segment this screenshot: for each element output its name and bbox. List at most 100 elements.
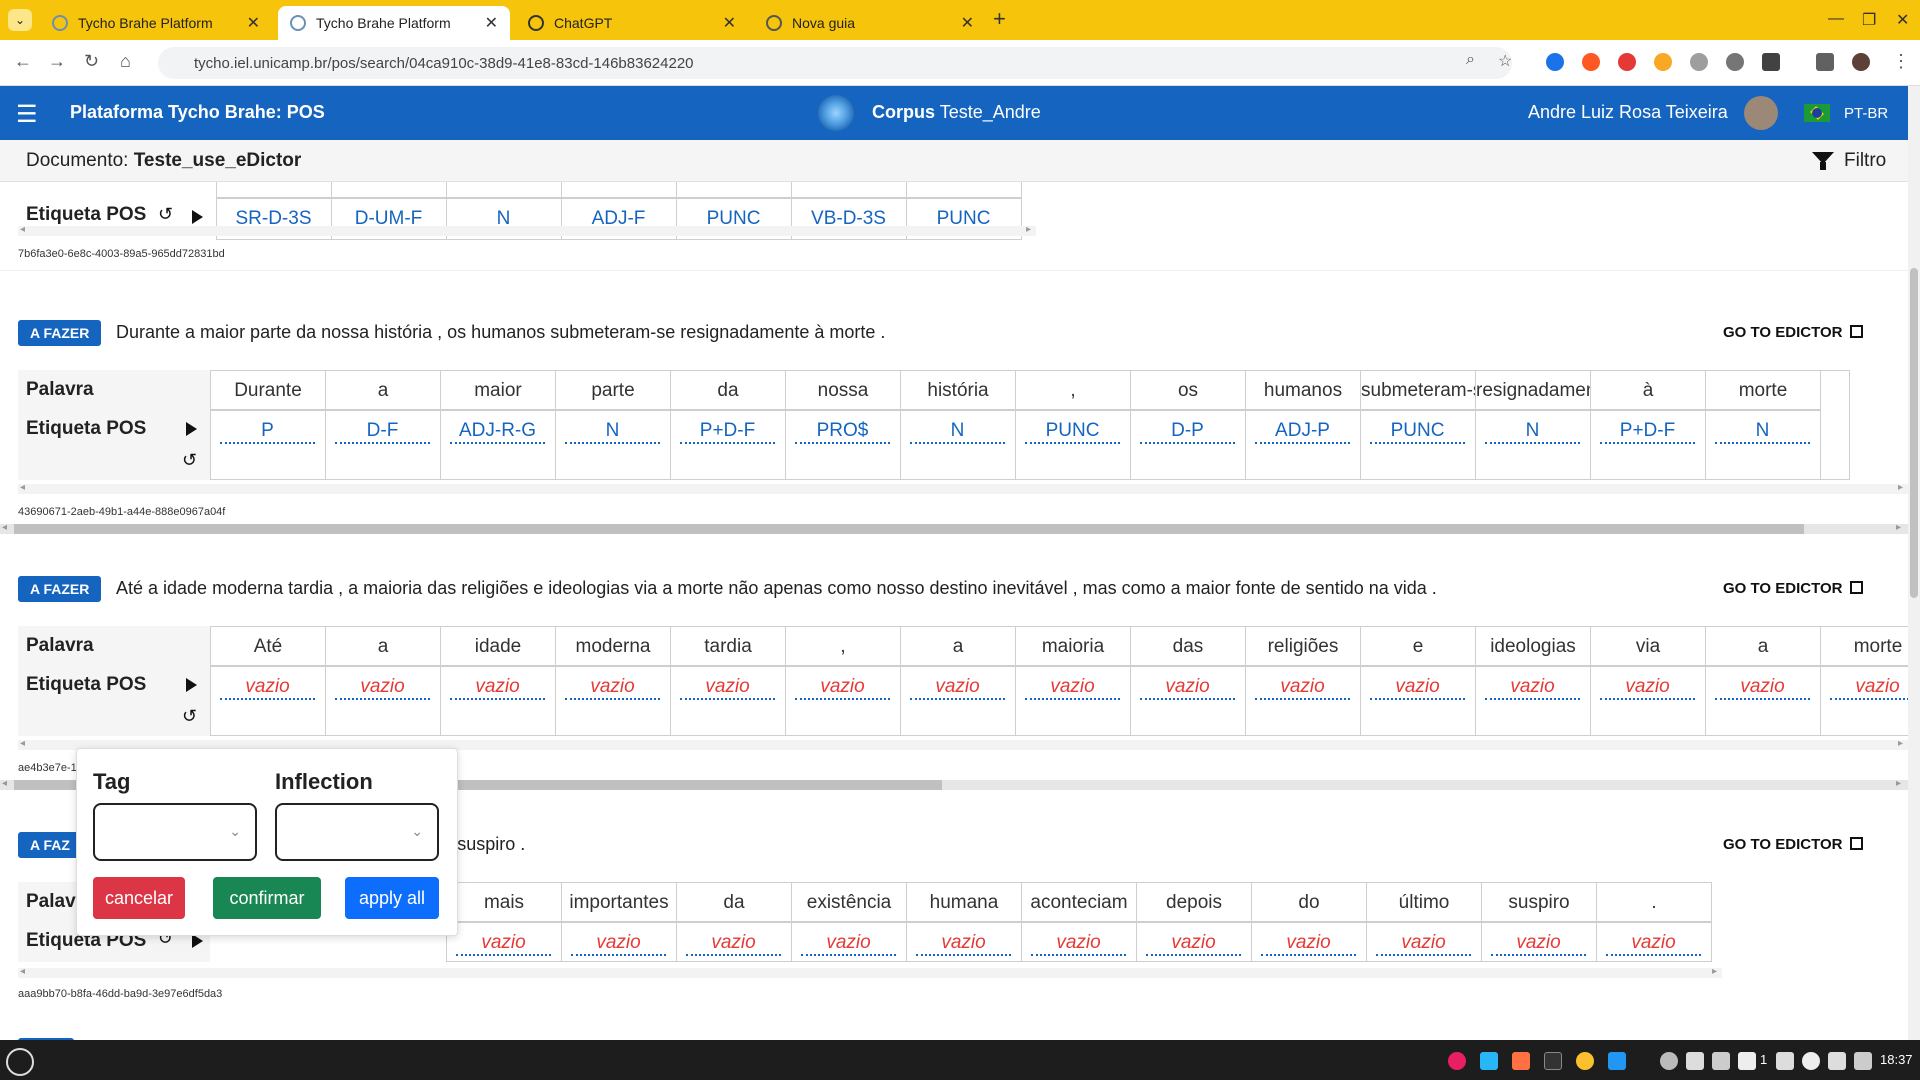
scroll-right-icon[interactable]: ▸ <box>1712 966 1717 977</box>
bookmark-star-icon[interactable]: ☆ <box>1498 51 1512 71</box>
pos-tag[interactable]: vazio <box>565 676 660 700</box>
expand-icon[interactable] <box>186 678 197 692</box>
scroll-right-icon[interactable]: ▸ <box>1898 738 1903 749</box>
pos-tag[interactable]: vazio <box>1376 932 1471 956</box>
zoom-icon[interactable]: ⌕ <box>1466 51 1475 69</box>
page-scrollbar-thumb[interactable] <box>1910 268 1918 598</box>
start-menu-icon[interactable] <box>6 1048 34 1076</box>
pos-tag[interactable]: D-F <box>335 420 430 444</box>
brazil-flag-icon[interactable] <box>1804 104 1830 122</box>
tray-icon[interactable] <box>1712 1052 1730 1070</box>
shield-icon[interactable] <box>1686 1052 1704 1070</box>
volume-icon[interactable] <box>1828 1052 1846 1070</box>
vscode-icon[interactable] <box>1608 1052 1626 1070</box>
browser-tab[interactable]: Nova guia ✕ <box>754 6 986 40</box>
pos-tag[interactable]: N <box>565 420 660 444</box>
menu-icon[interactable]: ☰ <box>16 100 38 129</box>
menu-dots-icon[interactable]: ⋮ <box>1892 51 1910 72</box>
expand-icon[interactable] <box>186 422 197 436</box>
pos-tag[interactable]: ADJ-R-G <box>450 420 545 444</box>
pos-tag[interactable]: vazio <box>1491 932 1586 956</box>
pos-tag[interactable]: vazio <box>1370 676 1465 700</box>
expand-icon[interactable] <box>192 210 203 224</box>
close-tab-icon[interactable]: ✕ <box>485 13 498 33</box>
close-tab-icon[interactable]: ✕ <box>247 13 260 33</box>
chrome-icon[interactable] <box>1576 1052 1594 1070</box>
pos-tag[interactable]: vazio <box>456 932 551 956</box>
browser-tab[interactable]: ChatGPT ✕ <box>516 6 748 40</box>
camera-icon[interactable] <box>1690 53 1708 71</box>
pos-tag[interactable]: vazio <box>1255 676 1350 700</box>
minimize-icon[interactable]: — <box>1828 10 1844 28</box>
scroll-right-icon[interactable]: ▸ <box>1898 482 1903 493</box>
balloon-icon[interactable] <box>1448 1052 1466 1070</box>
back-icon[interactable]: ← <box>14 51 32 72</box>
tray-icon[interactable] <box>1660 1052 1678 1070</box>
home-icon[interactable]: ⌂ <box>120 51 131 72</box>
puzzle-icon[interactable] <box>1762 53 1780 71</box>
reading-list-icon[interactable] <box>1816 53 1834 71</box>
scroll-left-icon[interactable]: ◂ <box>20 966 25 977</box>
pos-tag[interactable]: P+D-F <box>680 420 775 444</box>
browser-tab[interactable]: Tycho Brahe Platform ✕ <box>40 6 272 40</box>
pos-tag[interactable]: vazio <box>1606 932 1701 956</box>
go-to-edictor-link[interactable]: GO TO EDICTOR <box>1723 324 1864 341</box>
undo-icon[interactable]: ↺ <box>182 450 197 471</box>
clipboard-icon[interactable] <box>1776 1052 1794 1070</box>
pos-tag[interactable]: vazio <box>1600 676 1695 700</box>
battery-icon[interactable] <box>1854 1052 1872 1070</box>
language-selector[interactable]: PT-BR <box>1844 105 1888 122</box>
pos-tag[interactable]: vazio <box>1715 676 1810 700</box>
wifi-icon[interactable] <box>1802 1052 1820 1070</box>
row-scrollbar-thumb[interactable] <box>14 524 1804 534</box>
pos-tag[interactable]: N <box>1485 420 1580 444</box>
pos-tag[interactable]: P+D-F <box>1600 420 1695 444</box>
address-bar[interactable]: tycho.iel.unicamp.br/pos/search/04ca910c… <box>158 47 1512 79</box>
terminal-icon[interactable] <box>1544 1052 1562 1070</box>
restore-icon[interactable]: ❐ <box>1862 10 1876 30</box>
pos-tag[interactable]: N <box>1715 420 1810 444</box>
pos-tag[interactable]: vazio <box>916 932 1011 956</box>
extension-icon[interactable] <box>1546 53 1564 71</box>
tag-select[interactable]: ⌄ <box>93 803 257 861</box>
inflection-select[interactable]: ⌄ <box>275 803 439 861</box>
pos-tag[interactable]: vazio <box>220 676 315 700</box>
pos-tag[interactable]: D-P <box>1140 420 1235 444</box>
table-scrollbar[interactable] <box>18 968 1722 978</box>
avatar[interactable] <box>1744 96 1778 130</box>
apply-all-button[interactable]: apply all <box>345 877 439 919</box>
pos-tag[interactable]: vazio <box>1140 676 1235 700</box>
extension-icon[interactable] <box>1726 53 1744 71</box>
reload-icon[interactable]: ↻ <box>84 51 99 72</box>
undo-icon[interactable]: ↺ <box>158 204 173 225</box>
close-window-icon[interactable]: ✕ <box>1896 10 1909 30</box>
pos-tag[interactable]: PUNC <box>1370 420 1465 444</box>
extension-icon[interactable] <box>1654 53 1672 71</box>
go-to-edictor-link[interactable]: GO TO EDICTOR <box>1723 836 1864 853</box>
pos-tag[interactable]: N <box>910 420 1005 444</box>
cancel-button[interactable]: cancelar <box>93 877 185 919</box>
scroll-right-icon[interactable]: ▸ <box>1026 224 1031 235</box>
filter-button[interactable]: Filtro <box>1812 150 1886 172</box>
go-to-edictor-link[interactable]: GO TO EDICTOR <box>1723 580 1864 597</box>
table-scrollbar[interactable] <box>18 226 1036 236</box>
undo-icon[interactable]: ↺ <box>182 706 197 727</box>
new-tab-icon[interactable]: + <box>993 6 1006 32</box>
folder-icon[interactable] <box>1480 1052 1498 1070</box>
pos-tag[interactable]: vazio <box>686 932 781 956</box>
expand-icon[interactable] <box>192 934 203 948</box>
app-icon[interactable] <box>1512 1052 1530 1070</box>
scroll-left-icon[interactable]: ◂ <box>2 522 7 533</box>
pos-tag[interactable]: vazio <box>910 676 1005 700</box>
confirm-button[interactable]: confirmar <box>213 877 321 919</box>
pos-tag[interactable]: vazio <box>801 932 896 956</box>
user-name[interactable]: Andre Luiz Rosa Teixeira <box>1528 102 1728 123</box>
pos-tag[interactable]: vazio <box>335 676 430 700</box>
pos-tag[interactable]: vazio <box>1031 932 1126 956</box>
scroll-left-icon[interactable]: ◂ <box>20 738 25 749</box>
scroll-right-icon[interactable]: ▸ <box>1896 778 1901 789</box>
pos-tag[interactable]: vazio <box>1485 676 1580 700</box>
pos-tag[interactable]: vazio <box>450 676 545 700</box>
browser-tab-active[interactable]: Tycho Brahe Platform ✕ <box>278 6 510 40</box>
pos-tag[interactable]: P <box>220 420 315 444</box>
